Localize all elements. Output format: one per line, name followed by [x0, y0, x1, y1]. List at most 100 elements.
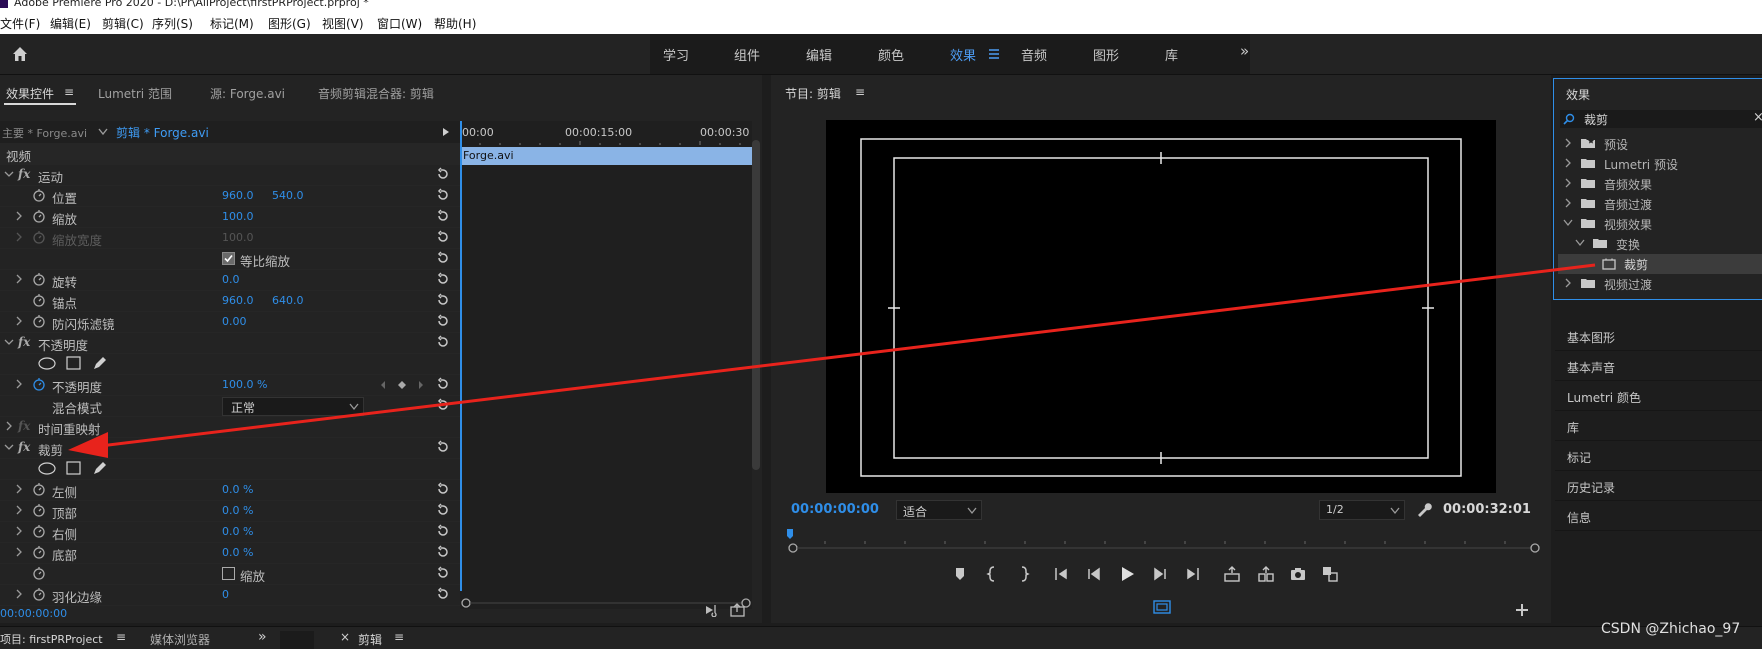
menu-graphics[interactable]: 图形(G) [268, 15, 311, 32]
reset-icon[interactable] [436, 587, 450, 601]
reset-icon[interactable] [436, 335, 450, 349]
property-anti-flicker[interactable]: 防闪烁滤镜 0.00 [0, 311, 462, 333]
property-blend-mode[interactable]: 混合模式 正常 [0, 395, 462, 417]
property-scale[interactable]: 缩放 100.0 [0, 206, 462, 228]
effects-menu-icon[interactable] [988, 48, 1000, 60]
stopwatch-active-icon[interactable] [32, 377, 46, 391]
chevron-right-icon[interactable] [14, 211, 24, 221]
pen-mask-icon[interactable] [92, 355, 108, 371]
reset-icon[interactable] [436, 377, 450, 391]
filter-audio-icon[interactable] [705, 603, 721, 617]
reset-icon[interactable] [436, 272, 450, 286]
chevron-right-icon[interactable] [1564, 178, 1572, 188]
tab-effect-controls[interactable]: 效果控件 [6, 85, 54, 102]
anti-flicker-value[interactable]: 0.00 [222, 315, 247, 328]
play-icon[interactable] [1117, 564, 1137, 584]
anchor-x-value[interactable]: 960.0 [222, 294, 254, 307]
workspace-tab-editing[interactable]: 编辑 [806, 45, 832, 64]
effect-controls-menu-icon[interactable]: ≡ [64, 85, 74, 99]
camera-icon[interactable] [1289, 565, 1307, 583]
workspace-tab-effects[interactable]: 效果 [950, 45, 976, 64]
tab-source[interactable]: 源: Forge.avi [210, 85, 285, 102]
effect-time-remap[interactable]: fx 时间重映射 [0, 416, 462, 438]
export-frame-icon[interactable] [730, 603, 746, 617]
ellipse-mask-icon[interactable] [38, 462, 56, 475]
timeline-ruler[interactable] [460, 139, 752, 145]
extract-icon[interactable] [1257, 565, 1275, 583]
chevron-right-icon[interactable] [1564, 278, 1572, 288]
effect-opacity[interactable]: fx 不透明度 [0, 332, 462, 354]
comparison-view-icon[interactable] [1321, 565, 1339, 583]
blend-mode-select[interactable]: 正常 [222, 397, 364, 416]
workspace-tab-graphics[interactable]: 图形 [1093, 45, 1119, 64]
tab-audio-clip-mixer[interactable]: 音频剪辑混合器: 剪辑 [318, 85, 434, 102]
chevron-right-icon[interactable] [14, 547, 24, 557]
tab-sequence[interactable]: 剪辑 [358, 631, 382, 648]
position-x-value[interactable]: 960.0 [222, 189, 254, 202]
safe-margins-toggle-icon[interactable] [1153, 600, 1171, 614]
menu-clip[interactable]: 剪辑(C) [102, 15, 144, 32]
chevron-right-icon[interactable] [4, 421, 14, 431]
workspace-tab-color[interactable]: 颜色 [878, 45, 904, 64]
property-position[interactable]: 位置 960.0 540.0 [0, 185, 462, 207]
chevron-right-icon[interactable] [14, 526, 24, 536]
workspace-more-button[interactable]: » [1240, 42, 1249, 60]
chevron-right-icon[interactable] [14, 589, 24, 599]
stopwatch-icon[interactable] [32, 293, 46, 307]
tree-item-crop-selected[interactable]: 裁剪 [1558, 254, 1762, 274]
program-current-timecode[interactable]: 00:00:00:00 [791, 502, 879, 517]
tree-item-transform[interactable]: 变换 [1616, 236, 1640, 253]
tree-item-audio-effects[interactable]: 音频效果 [1604, 176, 1652, 193]
step-back-icon[interactable] [1085, 565, 1103, 583]
rectangle-mask-icon[interactable] [66, 356, 81, 370]
property-feather-edges[interactable]: 羽化边缘 0 [0, 584, 462, 606]
property-uniform-scale[interactable]: 等比缩放 [0, 248, 462, 270]
menu-help[interactable]: 帮助(H) [434, 15, 476, 32]
mark-in-icon[interactable] [983, 565, 1001, 583]
tab-project[interactable]: 项目: firstPRProject [0, 631, 103, 647]
chevron-down-icon[interactable] [1563, 219, 1573, 227]
chevron-down-icon[interactable] [98, 128, 108, 136]
bottom-more-button[interactable]: » [258, 629, 267, 645]
panel-lumetri-color[interactable]: Lumetri 颜色 [1555, 382, 1762, 411]
property-anchor[interactable]: 锚点 960.0 640.0 [0, 290, 462, 312]
button-editor-plus-icon[interactable] [1515, 603, 1529, 617]
chevron-right-icon[interactable] [14, 379, 24, 389]
reset-icon[interactable] [436, 566, 450, 580]
opacity-value[interactable]: 100.0 % [222, 378, 267, 391]
scale-value[interactable]: 100.0 [222, 210, 254, 223]
menu-edit[interactable]: 编辑(E) [50, 15, 91, 32]
panel-info[interactable]: 信息 [1555, 502, 1762, 531]
chevron-right-icon[interactable] [14, 484, 24, 494]
chevron-right-icon[interactable] [14, 316, 24, 326]
effects-panel-title[interactable]: 效果 [1566, 86, 1590, 103]
reset-icon[interactable] [436, 503, 450, 517]
master-clip-label[interactable]: 主要 * Forge.avi [2, 125, 87, 141]
workspace-tab-libraries[interactable]: 库 [1165, 45, 1178, 64]
reset-icon[interactable] [436, 482, 450, 496]
clip-bar[interactable]: Forge.avi [460, 147, 752, 165]
property-opacity[interactable]: 不透明度 100.0 % [0, 374, 462, 396]
reset-icon[interactable] [436, 398, 450, 412]
chevron-right-icon[interactable] [14, 505, 24, 515]
go-to-in-icon[interactable] [1053, 565, 1071, 583]
chevron-down-icon[interactable] [4, 442, 14, 452]
stopwatch-icon[interactable] [32, 566, 46, 580]
pen-mask-icon[interactable] [92, 460, 108, 476]
clear-search-icon[interactable]: × [1753, 110, 1762, 125]
menu-sequence[interactable]: 序列(S) [152, 15, 193, 32]
tree-item-video-effects[interactable]: 视频效果 [1604, 216, 1652, 233]
step-forward-icon[interactable] [1151, 565, 1169, 583]
sequence-menu-icon[interactable]: ≡ [394, 630, 404, 644]
property-crop-zoom[interactable]: 缩放 [0, 563, 462, 585]
property-crop-right[interactable]: 右侧 0.0 % [0, 521, 462, 543]
effect-motion[interactable]: fx 运动 [0, 164, 462, 186]
close-sequence-tab-button[interactable]: × [340, 630, 350, 644]
stopwatch-icon[interactable] [32, 482, 46, 496]
chevron-down-icon[interactable] [4, 337, 14, 347]
stopwatch-icon[interactable] [32, 545, 46, 559]
position-y-value[interactable]: 540.0 [272, 189, 304, 202]
workspace-tab-assembly[interactable]: 组件 [734, 45, 760, 64]
menu-marker[interactable]: 标记(M) [210, 15, 254, 32]
reset-icon[interactable] [436, 314, 450, 328]
